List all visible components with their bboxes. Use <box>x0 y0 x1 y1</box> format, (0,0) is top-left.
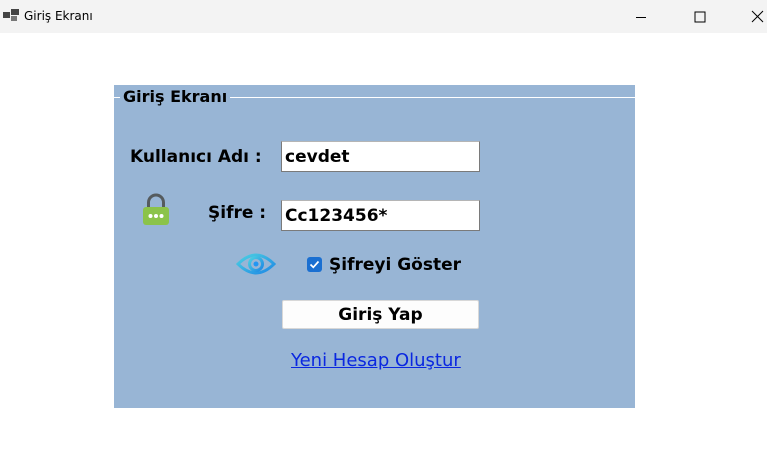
username-input[interactable] <box>281 141 480 172</box>
minimize-button[interactable] <box>618 0 664 33</box>
checkmark-icon <box>309 260 320 269</box>
show-password-label[interactable]: Şifreyi Göster <box>329 255 461 275</box>
app-icon <box>3 9 19 21</box>
show-password-checkbox[interactable] <box>307 257 322 272</box>
login-button[interactable]: Giriş Yap <box>282 300 479 329</box>
password-input[interactable] <box>281 200 480 231</box>
window-title: Giriş Ekranı <box>24 9 93 23</box>
login-window: Giriş Ekranı Giriş Ekranı Kullanıcı Adı … <box>0 0 767 461</box>
title-bar[interactable]: Giriş Ekranı <box>0 0 767 33</box>
username-label: Kullanıcı Adı : <box>130 147 262 167</box>
close-button[interactable] <box>734 0 767 33</box>
maximize-icon <box>694 11 706 22</box>
groupbox-border-bottom <box>114 408 635 409</box>
maximize-button[interactable] <box>677 0 723 33</box>
minimize-icon <box>636 16 646 18</box>
create-account-link[interactable]: Yeni Hesap Oluştur <box>291 350 461 372</box>
groupbox-legend: Giriş Ekranı <box>120 87 231 107</box>
password-label: Şifre : <box>208 203 267 223</box>
close-icon <box>751 10 763 23</box>
eye-icon[interactable] <box>236 250 276 278</box>
lock-icon <box>143 193 169 225</box>
